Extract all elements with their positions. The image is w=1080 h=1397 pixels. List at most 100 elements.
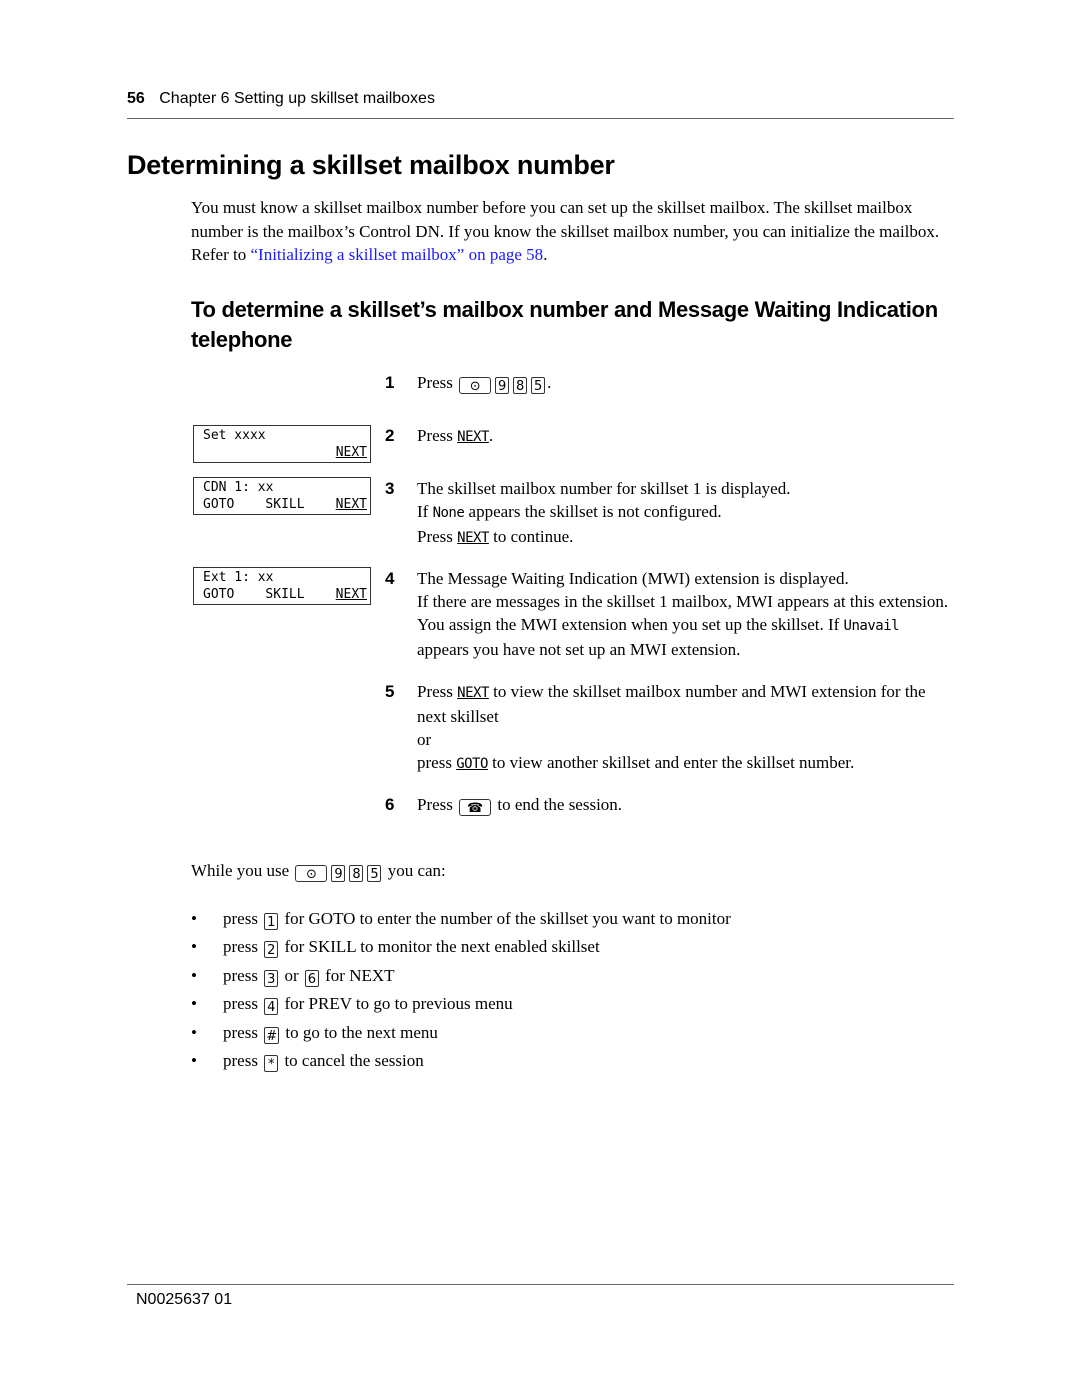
text: press [417, 753, 457, 772]
step-text: If None appears the skillset is not conf… [417, 500, 955, 525]
softkey-next: NEXT [457, 429, 489, 445]
key-6: 6 [304, 969, 319, 987]
lcd-softkeys: NEXT [203, 444, 367, 461]
lcd-text: Set xxxx [203, 428, 266, 443]
step-number: 3 [385, 479, 395, 498]
while-use-line: While you use ⊙ 9 8 5 you can: [191, 861, 446, 882]
lcd-softkey-skill[interactable]: SKILL [265, 496, 304, 513]
page-number: 56 [127, 90, 145, 107]
text: press [223, 965, 258, 985]
bullet-icon: • [191, 1022, 197, 1042]
bullet-icon: • [191, 1050, 197, 1070]
lcd-display-set: Set xxxx NEXT [193, 425, 371, 463]
lcd-softkey-skill[interactable]: SKILL [265, 586, 304, 603]
lcd-softkey-next[interactable]: NEXT [336, 444, 367, 461]
step-text: Press NEXT to continue. [417, 525, 955, 550]
lcd-softkeys: GOTO SKILL NEXT [203, 496, 367, 513]
bullet-icon: • [191, 965, 197, 985]
procedure-heading: To determine a skillset’s mailbox number… [191, 297, 938, 352]
text: for NEXT [325, 965, 395, 985]
key-options-list: • press 1 for GOTO to enter the number of… [191, 907, 731, 1077]
key-star: * [264, 1054, 279, 1072]
step-5: 5 Press NEXT to view the skillset mailbo… [385, 680, 955, 776]
softkey-next: NEXT [457, 685, 489, 701]
step-4: 4 The Message Waiting Indication (MWI) e… [385, 567, 955, 661]
key-1: 1 [264, 913, 279, 930]
bullet-icon: • [191, 909, 197, 928]
footer-divider [127, 1284, 954, 1285]
text: for PREV to go to previous menu [284, 994, 513, 1014]
softkey-next: NEXT [457, 530, 489, 546]
softkey-goto: GOTO [456, 756, 488, 772]
step-3: 3 The skillset mailbox number for skills… [385, 477, 955, 550]
list-item: • press 4 for PREV to go to previous menu [191, 992, 731, 1020]
key-8: 8 [513, 377, 528, 394]
lcd-display-ext: Ext 1: xx GOTO SKILL NEXT [193, 567, 371, 605]
step-number: 5 [385, 682, 395, 701]
lcd-softkey-next[interactable]: NEXT [336, 586, 367, 603]
text: to view another skillset and enter the s… [487, 753, 855, 772]
text: Press [417, 527, 458, 546]
lcd-line-1: Ext 1: xx [203, 569, 367, 586]
step-text: Press [417, 373, 453, 392]
chapter-title: Chapter 6 Setting up skillset mailboxes [159, 90, 435, 107]
text: to continue. [488, 527, 574, 546]
step-text: to end the session. [497, 795, 623, 814]
step-1: 1 Press ⊙ 9 8 5. [385, 371, 955, 394]
text: appears you have not set up an MWI exten… [417, 640, 741, 659]
text: appears the skillset is not configured. [464, 502, 722, 521]
key-5: 5 [367, 865, 382, 882]
key-2: 2 [264, 941, 279, 959]
step-text: Press [417, 795, 453, 814]
key-8: 8 [349, 865, 364, 882]
cross-reference-link[interactable]: “Initializing a skillset mailbox” on pag… [250, 245, 543, 264]
text: press [223, 1022, 258, 1042]
text: If [417, 502, 433, 521]
feature-key-icon: ⊙ [295, 865, 328, 882]
text: press [223, 937, 258, 957]
display-text-none: None [432, 505, 465, 521]
step-number: 1 [385, 373, 395, 392]
text: you can: [387, 861, 446, 880]
text: to cancel the session [284, 1050, 424, 1070]
intro-paragraph: You must know a skillset mailbox number … [191, 196, 951, 267]
key-4: 4 [264, 998, 279, 1016]
step-number: 2 [385, 426, 395, 445]
list-item: • press 1 for GOTO to enter the number of… [191, 907, 731, 935]
lcd-text: CDN 1: xx [203, 480, 274, 495]
list-item: • press # to go to the next menu [191, 1021, 731, 1049]
text: press [223, 994, 258, 1014]
display-text-unavail: Unavail [843, 618, 900, 634]
lcd-text: Ext 1: xx [203, 570, 274, 585]
list-item: • press * to cancel the session [191, 1049, 731, 1077]
lcd-softkeys: GOTO SKILL NEXT [203, 586, 367, 603]
text: to view the skillset mailbox number and … [417, 682, 926, 726]
lcd-softkey-next[interactable]: NEXT [336, 496, 367, 513]
lcd-line-1: Set xxxx [203, 427, 367, 444]
document-number: N0025637 01 [136, 1291, 233, 1308]
lcd-display-cdn: CDN 1: xx GOTO SKILL NEXT [193, 477, 371, 515]
text: While you use [191, 861, 290, 880]
step-number: 4 [385, 569, 395, 588]
step-text: If there are messages in the skillset 1 … [417, 590, 955, 661]
list-item: • press 3 or 6 for NEXT [191, 964, 731, 992]
text: or [284, 965, 299, 985]
intro-end: . [543, 245, 548, 264]
step-or: or [417, 730, 432, 749]
lcd-softkey-goto[interactable]: GOTO [203, 496, 234, 513]
step-end: . [547, 373, 552, 392]
feature-key-icon: ⊙ [459, 377, 492, 394]
page-header: 56 Chapter 6 Setting up skillset mailbox… [127, 90, 435, 108]
step-text: The skillset mailbox number for skillset… [417, 479, 791, 498]
header-divider [127, 118, 954, 119]
step-text: Press NEXT to view the skillset mailbox … [417, 680, 955, 728]
step-6: 6 Press ☎ to end the session. [385, 793, 955, 816]
step-number: 6 [385, 795, 395, 814]
text: for SKILL to monitor the next enabled sk… [284, 937, 600, 957]
step-end: . [488, 426, 494, 445]
text: to go to the next menu [285, 1022, 438, 1042]
step-text: press GOTO to view another skillset and … [417, 751, 955, 776]
key-pound: # [264, 1026, 280, 1044]
lcd-softkey-goto[interactable]: GOTO [203, 586, 234, 603]
step-2: 2 Press NEXT. [385, 424, 955, 449]
